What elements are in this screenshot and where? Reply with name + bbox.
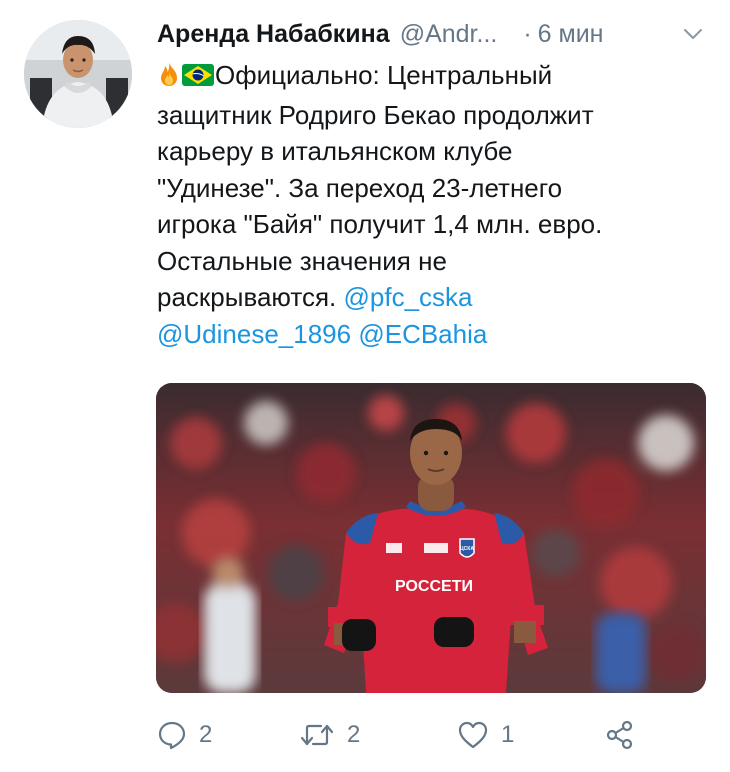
reply-icon: [158, 721, 186, 750]
tweet-line-text: Официально: Центральный: [215, 60, 553, 90]
glove-left: [342, 619, 376, 651]
tweet-header: Аренда Набабкина @Andr... · 6 мин: [157, 17, 706, 51]
mention-link[interactable]: @pfc_cska: [344, 282, 473, 312]
share-button[interactable]: [605, 713, 635, 757]
tweet-line-1: Официально: Центральный: [157, 57, 707, 97]
tweet-line-3: карьеру в итальянском клубе: [157, 136, 513, 166]
reply-count: 2: [199, 721, 213, 748]
tweet-text: Официально: Центральный защитник Родриго…: [157, 57, 707, 352]
retweet-icon: [300, 724, 334, 746]
jersey-badge: ЦСКА: [460, 546, 474, 552]
player-photo: ЦСКА РОССЕТИ: [156, 383, 706, 693]
share-icon: [606, 720, 633, 750]
mention-link[interactable]: @Udinese_1896: [157, 319, 351, 349]
tweet-timestamp[interactable]: 6 мин: [538, 17, 604, 51]
tweet-line-8: @Udinese_1896 @ECBahia: [157, 316, 707, 353]
heart-icon: [458, 721, 488, 749]
tweet-line-4: "Удинезе". За переход 23-летнего: [157, 172, 563, 203]
author-avatar[interactable]: [24, 20, 132, 128]
tweet-line-2: защитник Родриго Бекао продолжит: [157, 99, 594, 130]
tweet-line-6: Остальные значения не: [157, 245, 447, 276]
reply-button[interactable]: 2: [157, 713, 212, 757]
mention-link[interactable]: @ECBahia: [358, 319, 487, 349]
tweet-line-7: раскрываются. @pfc_cska: [157, 279, 707, 316]
chevron-down-icon[interactable]: [680, 21, 706, 47]
like-button[interactable]: 1: [457, 713, 514, 757]
author-name[interactable]: Аренда Набабкина: [157, 17, 390, 51]
author-handle[interactable]: @Andr...: [400, 17, 498, 51]
separator-dot: ·: [523, 20, 532, 48]
retweet-count: 2: [347, 721, 361, 748]
tweet-line-5: игрока "Байя" получит 1,4 млн. евро.: [157, 209, 603, 239]
avatar-photo: [24, 20, 132, 128]
fire-icon: [157, 60, 181, 97]
brazil-flag-icon: [181, 60, 215, 97]
glove-right: [434, 617, 474, 647]
tweet-line-text: раскрываются.: [157, 282, 344, 312]
tweet-actions: 2 2 1: [157, 713, 707, 757]
jersey-sponsor: РОССЕТИ: [395, 578, 473, 595]
like-count: 1: [501, 721, 515, 748]
retweet-button[interactable]: 2: [299, 713, 360, 757]
tweet-photo[interactable]: ЦСКА РОССЕТИ: [156, 383, 706, 693]
